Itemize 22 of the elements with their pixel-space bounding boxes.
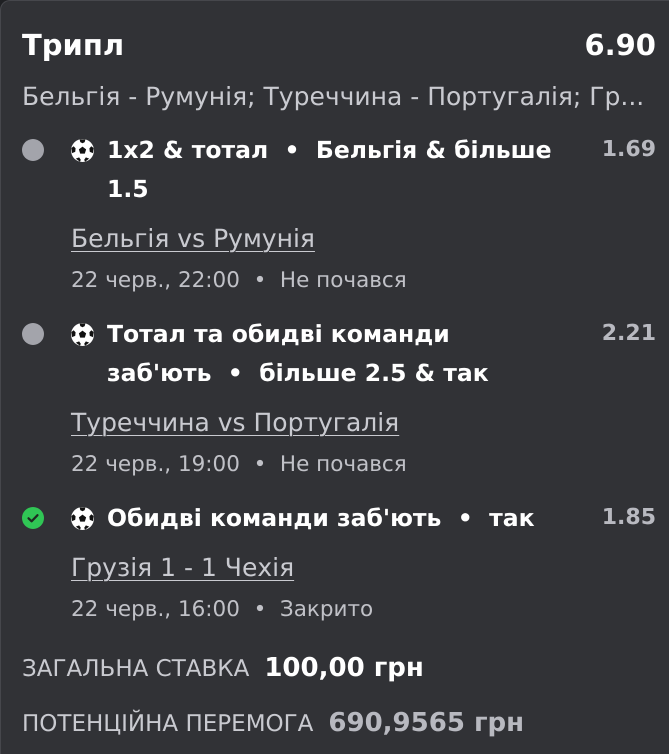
selection-odds: 1.69 bbox=[602, 136, 656, 164]
soccer-ball-icon bbox=[71, 323, 94, 346]
total-label: ЗАГАЛЬНА СТАВКА bbox=[22, 655, 250, 684]
match-link[interactable]: Грузія 1 - 1 Чехія bbox=[71, 552, 294, 584]
selection-title: Тотал та обидві команди заб'ють • більше 2.5 & так bbox=[107, 319, 490, 389]
match-time-status: 22 черв., 16:00 • Закрито bbox=[71, 596, 374, 624]
potential-win-amount: 690,9565 грн bbox=[328, 707, 524, 740]
selection-title: 1x2 & тотал • Бельгія & більше 1.5 bbox=[107, 135, 553, 205]
match-time-status: 22 черв., 19:00 • Не почався bbox=[71, 451, 407, 479]
selection-odds: 1.85 bbox=[602, 504, 656, 532]
bet-type: Трипл bbox=[22, 27, 124, 64]
match-time-status: 22 черв., 22:00 • Не почався bbox=[71, 267, 407, 295]
match-link[interactable]: Бельгія vs Румунія bbox=[71, 223, 315, 255]
selection-title: Обидві команди заб'ють • так bbox=[107, 503, 535, 534]
soccer-ball-icon bbox=[71, 507, 94, 530]
total-label: ПОТЕНЦІЙНА ПЕРЕМОГА bbox=[22, 708, 314, 739]
selection-odds: 2.21 bbox=[602, 320, 656, 348]
total-odds: 6.90 bbox=[584, 27, 656, 64]
match-link[interactable]: Туреччина vs Португалія bbox=[71, 407, 400, 439]
soccer-ball-icon bbox=[71, 139, 94, 162]
stake-amount: 100,00 грн bbox=[264, 652, 424, 685]
events-summary: Бельгія - Румунія; Туреччина - Португалія; Гр... bbox=[22, 81, 646, 113]
